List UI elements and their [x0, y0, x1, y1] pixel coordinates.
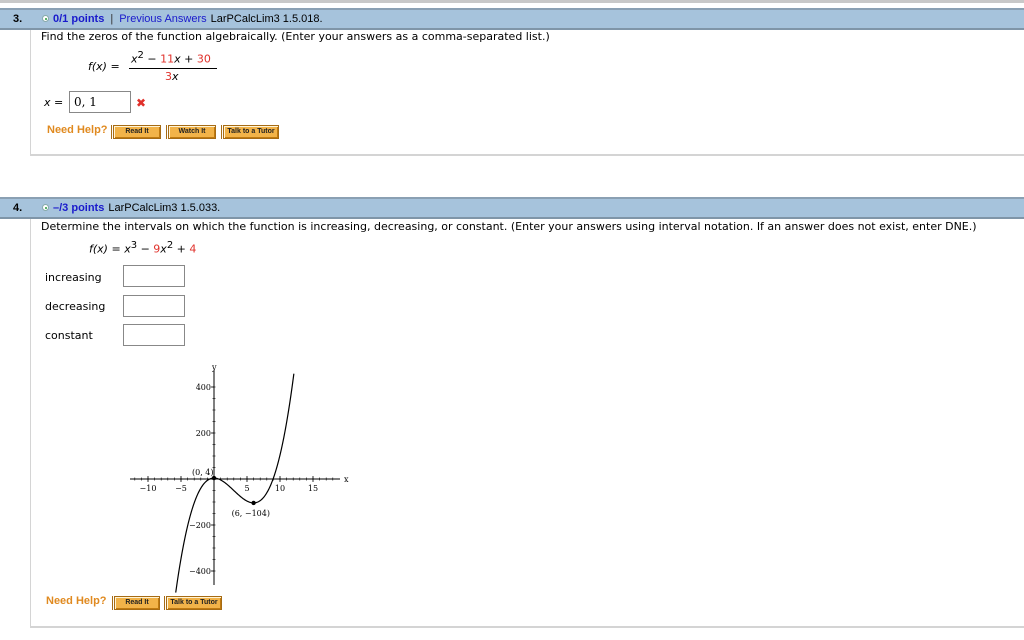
y-axis-label: y [211, 363, 217, 372]
question-reference: LarPCalcLim3 1.5.033. [108, 202, 221, 214]
coefficient: 3 [165, 70, 172, 83]
x-tick-label: 10 [275, 484, 285, 493]
talk-to-tutor-button[interactable]: Talk to a Tutor [164, 596, 222, 610]
top-divider [0, 0, 1024, 3]
points-link[interactable]: –/3 points [53, 202, 104, 214]
function-expression: f(x) = x3 − 9x2 + 4 [89, 240, 196, 256]
status-dot-icon [42, 204, 49, 211]
question-3-body: Find the zeros of the function algebraic… [30, 30, 1024, 156]
separator: | [110, 13, 114, 25]
decreasing-input[interactable] [123, 295, 185, 317]
y-tick-label: 200 [196, 429, 211, 438]
previous-answers-link[interactable]: Previous Answers [119, 13, 206, 25]
decreasing-label: decreasing [45, 300, 106, 313]
constant: 30 [196, 52, 211, 66]
increasing-label: increasing [45, 271, 102, 284]
point-label: (6, −104) [232, 509, 270, 518]
question-prompt: Find the zeros of the function algebraic… [41, 30, 550, 43]
x-tick-label: 15 [308, 484, 318, 493]
function-lhs: f(x) = [88, 60, 120, 73]
fraction-numerator: x2 − 11x + 30 [131, 50, 211, 66]
function-lhs: f(x) = [89, 242, 121, 256]
talk-to-tutor-button[interactable]: Talk to a Tutor [221, 125, 279, 139]
increasing-input[interactable] [123, 265, 185, 287]
question-reference: LarPCalcLim3 1.5.018. [210, 13, 323, 25]
fraction-denominator: 3x [165, 70, 179, 83]
incorrect-icon: ✖ [136, 96, 147, 110]
y-tick-label: −200 [189, 521, 211, 530]
zeros-answer-input[interactable]: 0, 1 [69, 91, 131, 113]
fraction-bar [129, 68, 217, 69]
critical-point [251, 500, 256, 506]
constant-label: constant [45, 329, 93, 342]
read-it-button[interactable]: Read It [112, 596, 160, 610]
answer-label: x = [44, 96, 64, 109]
plus-sign: + [173, 242, 190, 256]
minus-sign: − [137, 242, 154, 256]
question-prompt: Determine the intervals on which the fun… [41, 220, 977, 233]
x-tick-label: 5 [244, 484, 249, 493]
read-it-button[interactable]: Read It [111, 125, 161, 139]
need-help-label: Need Help? [46, 595, 107, 607]
minus-sign: − [143, 52, 161, 66]
need-help-label: Need Help? [47, 124, 108, 136]
term-x: x [172, 70, 179, 83]
y-tick-label: 400 [196, 383, 211, 392]
x-tick-label: −10 [140, 484, 157, 493]
plus-sign: + [180, 52, 197, 66]
function-graph: −10 −5 5 10 15 400 200 −200 −400 x y (0, 4) (6, −104… [130, 363, 349, 593]
question-4-header: 4. –/3 points LarPCalcLim3 1.5.033. [0, 197, 1024, 219]
y-tick-label: −400 [189, 567, 211, 576]
constant-input[interactable] [123, 324, 185, 346]
question-number: 3. [13, 13, 23, 25]
watch-it-button[interactable]: Watch It [166, 125, 216, 139]
points-link[interactable]: 0/1 points [53, 13, 104, 25]
question-number: 4. [13, 202, 23, 214]
x-axis-label: x [344, 475, 349, 484]
coefficient: 11 [160, 52, 175, 66]
question-3-header: 3. 0/1 points | Previous Answers LarPCalcLi… [0, 8, 1024, 30]
constant: 4 [189, 242, 197, 256]
point-label: (0, 4) [192, 468, 214, 477]
x-tick-label: −5 [175, 484, 187, 493]
status-dot-icon [42, 15, 49, 22]
